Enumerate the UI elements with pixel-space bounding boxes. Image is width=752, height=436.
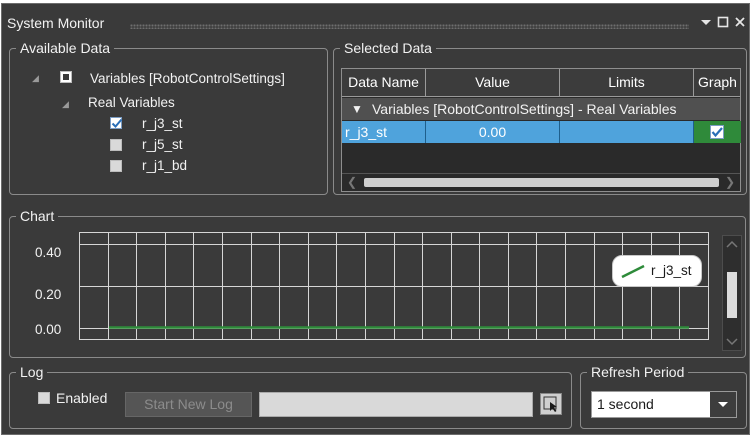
- checkmark-icon: [111, 118, 123, 128]
- variable-label[interactable]: r_j3_st: [142, 116, 183, 131]
- expand-triangle-icon[interactable]: ◢: [32, 73, 39, 84]
- cell-data-name[interactable]: r_j3_st: [342, 121, 426, 143]
- y-tick-label: 0.20: [35, 287, 62, 302]
- start-new-log-button[interactable]: Start New Log: [125, 392, 252, 417]
- refresh-period-value: 1 second: [597, 396, 654, 412]
- window-title: System Monitor: [7, 15, 105, 31]
- column-header-limits[interactable]: Limits: [560, 69, 694, 96]
- close-icon[interactable]: [732, 14, 748, 30]
- scroll-down-icon[interactable]: [723, 334, 741, 348]
- cell-graph[interactable]: [694, 121, 741, 143]
- chart-vertical-scrollbar[interactable]: [722, 235, 742, 351]
- cell-limits[interactable]: [560, 121, 694, 143]
- refresh-period-legend: Refresh Period: [587, 363, 689, 381]
- collapse-triangle-icon[interactable]: ▼: [351, 98, 363, 120]
- log-enabled-label[interactable]: Enabled: [56, 390, 107, 406]
- cursor-icon: [543, 396, 557, 412]
- horizontal-scrollbar[interactable]: ❮ ❯: [342, 173, 740, 191]
- scrollbar-thumb[interactable]: [364, 178, 719, 187]
- y-tick-label: 0.40: [35, 245, 62, 260]
- variable-label[interactable]: r_j1_bd: [142, 158, 187, 173]
- expand-triangle-icon[interactable]: ◢: [62, 99, 69, 110]
- y-tick-label: 0.00: [35, 322, 62, 337]
- grid-group-label: Variables [RobotControlSettings] - Real …: [372, 101, 677, 117]
- scroll-left-icon[interactable]: ❮: [347, 175, 357, 189]
- scroll-right-icon[interactable]: ❯: [725, 175, 735, 189]
- partial-check-icon: [63, 74, 69, 80]
- checkmark-icon: [711, 127, 723, 138]
- dropdown-icon[interactable]: [698, 14, 714, 30]
- title-bar: System Monitor: [2, 4, 749, 38]
- selected-data-legend: Selected Data: [340, 39, 436, 57]
- column-header-data-name[interactable]: Data Name: [342, 69, 426, 96]
- title-drag-area[interactable]: [130, 24, 689, 29]
- log-enabled-checkbox[interactable]: [38, 392, 50, 404]
- log-legend: Log: [16, 363, 48, 381]
- column-header-graph[interactable]: Graph: [694, 69, 741, 96]
- variable-checkbox-r_j3_st[interactable]: [110, 117, 123, 129]
- maximize-icon[interactable]: [715, 14, 731, 30]
- grid-group-row[interactable]: ▼ Variables [RobotControlSettings] - Rea…: [342, 98, 740, 120]
- line-chart-plot: [79, 232, 709, 340]
- log-path-field[interactable]: [259, 392, 533, 417]
- available-data-legend: Available Data: [16, 39, 115, 57]
- cell-value[interactable]: 0.00: [426, 121, 560, 143]
- grid-header: Data Name Value Limits Graph: [342, 69, 740, 97]
- tree-group-label[interactable]: Real Variables: [88, 95, 175, 110]
- chevron-down-icon[interactable]: [710, 392, 736, 417]
- refresh-period-select[interactable]: 1 second: [591, 391, 737, 418]
- tree-root-label[interactable]: Variables [RobotControlSettings]: [90, 71, 285, 86]
- variable-checkbox-r_j5_st[interactable]: [110, 139, 122, 151]
- table-row[interactable]: r_j3_st 0.00: [342, 121, 741, 143]
- column-header-value[interactable]: Value: [426, 69, 560, 96]
- legend-entry-label: r_j3_st: [651, 263, 692, 278]
- root-checkbox[interactable]: [60, 71, 72, 83]
- chart-legend-box: r_j3_st: [612, 255, 702, 287]
- variable-label[interactable]: r_j5_st: [142, 137, 183, 152]
- selected-data-grid: Data Name Value Limits Graph ▼ Variables…: [341, 68, 741, 192]
- system-monitor-window: System Monitor Available Data ◢ Variable…: [1, 3, 750, 435]
- variable-checkbox-r_j1_bd[interactable]: [110, 160, 122, 172]
- browse-button[interactable]: [540, 393, 562, 415]
- legend-line-swatch: [621, 264, 645, 279]
- chart-legend: Chart: [16, 207, 59, 225]
- scrollbar-thumb[interactable]: [727, 272, 737, 318]
- scroll-up-icon[interactable]: [723, 238, 741, 252]
- graph-checkbox[interactable]: [710, 125, 724, 139]
